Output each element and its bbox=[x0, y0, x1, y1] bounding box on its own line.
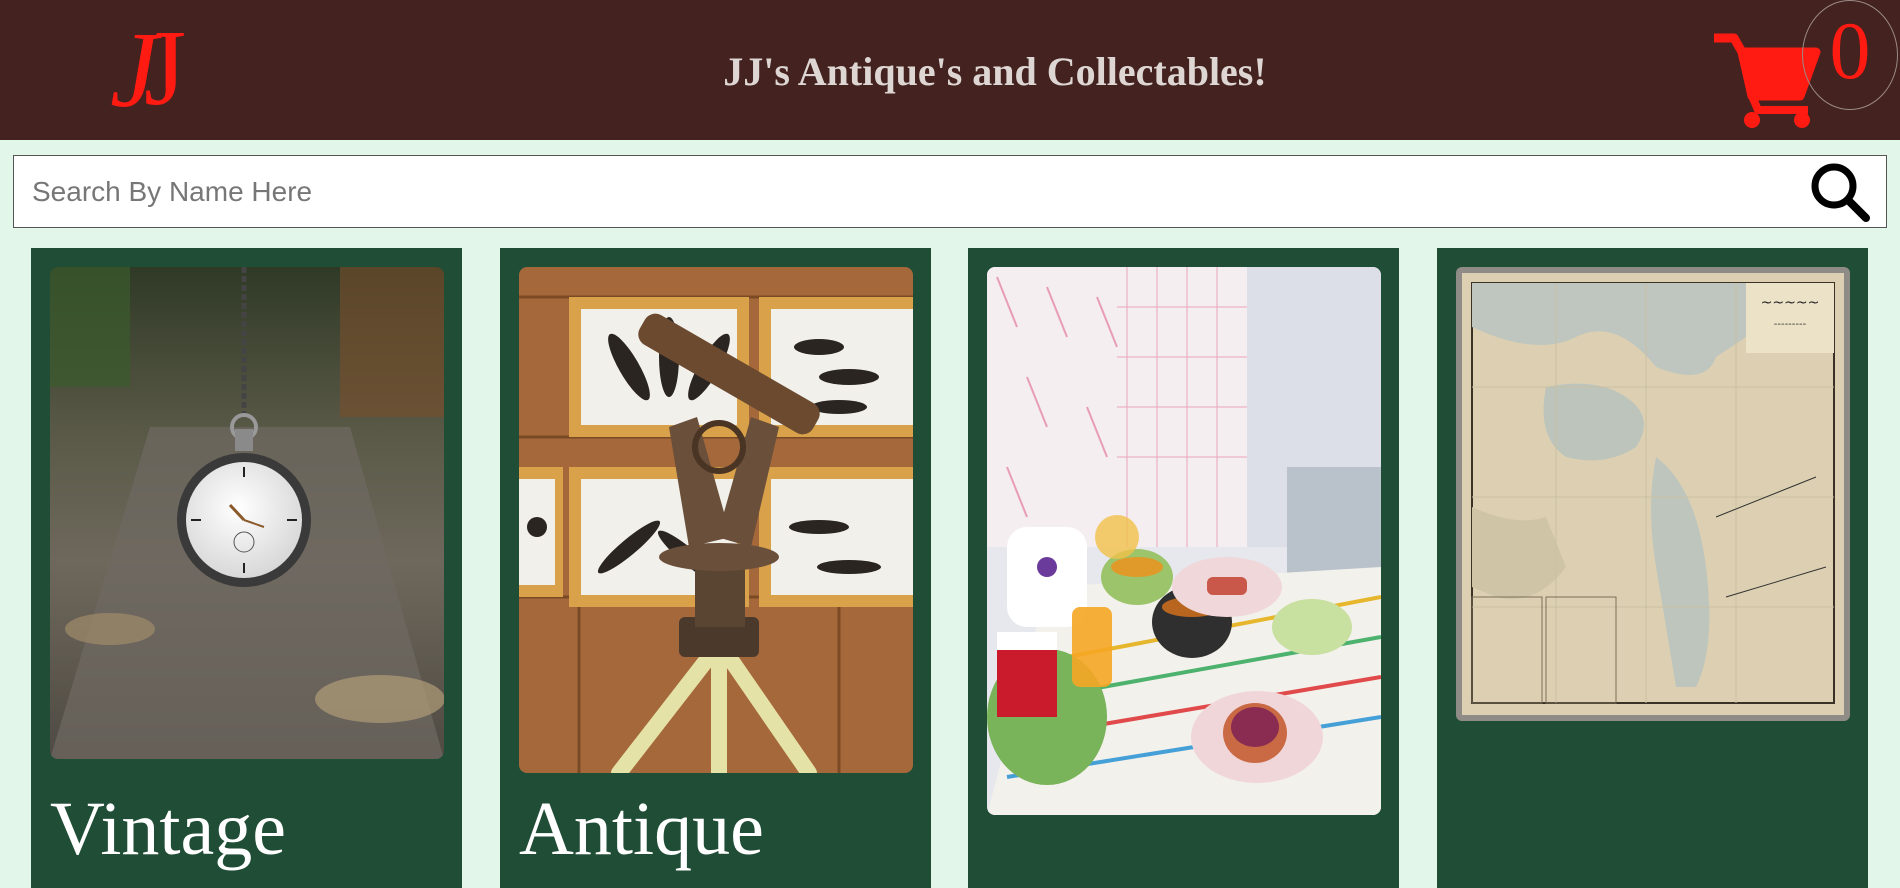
antique-map-image[interactable]: ~~~~~ --------- bbox=[1456, 267, 1850, 721]
theodolite-image[interactable] bbox=[519, 267, 913, 773]
svg-text:---------: --------- bbox=[1774, 319, 1807, 330]
product-title[interactable]: Vintage bbox=[50, 784, 286, 875]
cart-count: 0 bbox=[1829, 5, 1871, 96]
breakfast-table-image[interactable] bbox=[987, 267, 1381, 815]
search-bar bbox=[13, 155, 1887, 228]
site-title: JJ's Antique's and Collectables! bbox=[723, 49, 1267, 94]
site-header: J J JJ's Antique's and Collectables! 0 bbox=[0, 0, 1900, 140]
product-card-3[interactable] bbox=[968, 248, 1399, 888]
product-card-4[interactable]: ~~~~~ --------- bbox=[1437, 248, 1868, 888]
search-icon[interactable] bbox=[1808, 160, 1872, 224]
svg-text:~~~~~: ~~~~~ bbox=[1761, 295, 1820, 311]
pocket-watch-image[interactable] bbox=[50, 267, 444, 759]
product-card-1[interactable]: Vintage bbox=[31, 248, 462, 888]
product-title[interactable]: Antique bbox=[519, 784, 764, 875]
search-input[interactable] bbox=[32, 168, 1792, 216]
